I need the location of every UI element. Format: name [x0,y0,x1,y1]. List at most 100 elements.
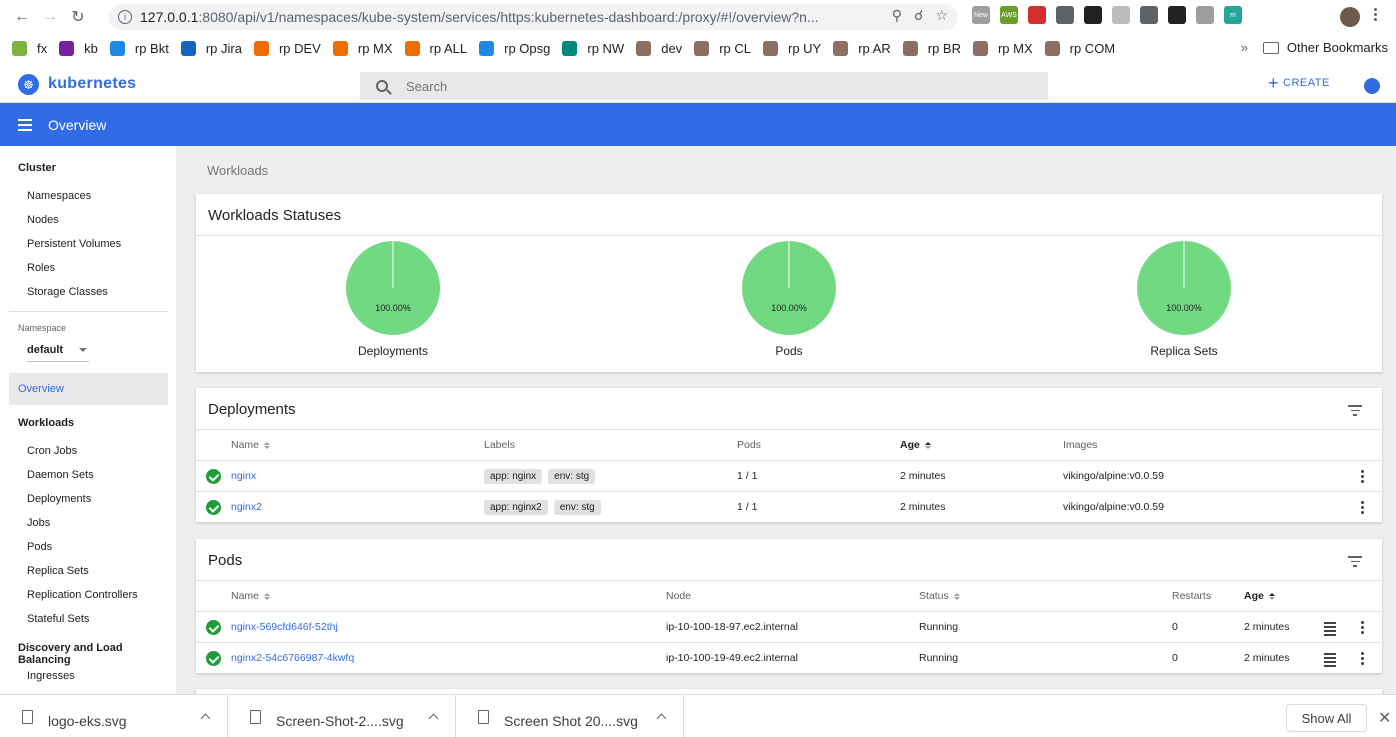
bookmark-item[interactable]: rp Jira [180,40,242,56]
download-item[interactable]: Screen-Shot-2....svg [228,695,456,737]
sidebar-item-deployments[interactable]: Deployments [27,493,91,505]
sidebar-item-roles[interactable]: Roles [27,262,55,274]
download-filename: Screen Shot 20....svg [504,713,638,729]
bookmark-item[interactable]: kb [59,40,98,56]
age-cell: 2 minutes [900,501,946,513]
bookmark-item[interactable]: rp Bkt [109,40,169,56]
label-chip: env: stg [548,469,596,484]
filter-icon[interactable] [1348,556,1362,570]
deployment-name-link[interactable]: nginx [231,470,256,482]
bookmark-item[interactable]: rp MX [332,40,393,56]
sidebar-item-jobs[interactable]: Jobs [27,517,50,529]
sidebar-item-daemon-sets[interactable]: Daemon Sets [27,469,94,481]
logs-icon[interactable] [1324,622,1336,638]
zoom-icon[interactable]: ☌ [914,7,923,24]
extension-icon[interactable]: m [1224,6,1242,24]
more-vert-icon[interactable] [1361,652,1364,667]
sidebar-heading-cluster[interactable]: Cluster [18,162,56,174]
pie-label[interactable]: Replica Sets [1084,344,1284,358]
reload-icon[interactable]: ↻ [64,3,92,31]
namespace-select[interactable]: default [27,344,89,362]
logs-icon[interactable] [1324,653,1336,669]
account-icon[interactable] [1364,78,1380,94]
sidebar-item-namespaces[interactable]: Namespaces [27,190,91,202]
key-icon[interactable]: ⚲ [892,7,902,24]
browser-menu-icon[interactable] [1374,8,1377,21]
bookmark-item[interactable]: dev [636,40,682,56]
chevron-up-icon[interactable] [200,713,211,724]
extension-icon[interactable]: AWS [1000,6,1018,24]
bookmark-item[interactable]: rp Opsg [479,40,550,56]
site-info-icon[interactable]: i [118,10,132,24]
column-header-age[interactable]: Age [900,439,931,451]
extension-icon[interactable] [1140,6,1158,24]
more-vert-icon[interactable] [1361,470,1364,485]
pod-name-link[interactable]: nginx2-54c6766987-4kwfq [231,652,354,664]
sidebar-item-stateful-sets[interactable]: Stateful Sets [27,613,89,625]
sidebar-item-replica-sets[interactable]: Replica Sets [27,565,89,577]
bookmark-item[interactable]: rp DEV [253,40,321,56]
pie-label[interactable]: Pods [689,344,889,358]
sort-icon [264,441,271,449]
bookmark-label: rp AR [858,40,891,56]
sidebar-item-overview[interactable]: Overview [9,373,168,405]
extension-icon[interactable] [1112,6,1130,24]
sidebar-item-ingresses[interactable]: Ingresses [27,670,75,682]
sidebar-item-persistent-volumes[interactable]: Persistent Volumes [27,238,121,250]
chevron-up-icon[interactable] [656,713,667,724]
sidebar-item-nodes[interactable]: Nodes [27,214,59,226]
pod-name-link[interactable]: nginx-569cfd646f-52thj [231,621,338,633]
brand-name[interactable]: kubernetes [48,75,136,93]
column-header-status[interactable]: Status [919,590,960,602]
bookmark-item[interactable]: rp COM [1044,40,1115,56]
bookmark-item[interactable]: fx [12,40,47,56]
sidebar-item-cron-jobs[interactable]: Cron Jobs [27,445,77,457]
sidebar-item-storage-classes[interactable]: Storage Classes [27,286,108,298]
sidebar-heading-workloads[interactable]: Workloads [18,417,74,429]
extension-icon[interactable] [1084,6,1102,24]
download-item[interactable]: Screen Shot 20....svg [456,695,684,737]
bookmarks-more[interactable]: » [1241,40,1248,55]
labels-cell: app: nginx2 env: stg [484,500,607,515]
extension-icon[interactable] [1028,6,1046,24]
bookmark-item[interactable]: rp UY [762,40,821,56]
filter-icon[interactable] [1348,405,1362,419]
bookmark-item[interactable]: rp MX [972,40,1033,56]
bookmark-item[interactable]: rp BR [902,40,961,56]
create-button[interactable]: + CREATE [1268,74,1330,92]
avatar[interactable] [1340,7,1360,27]
extension-icon[interactable] [1056,6,1074,24]
bookmark-item[interactable]: rp CL [694,40,751,56]
forward-icon[interactable]: → [36,3,64,31]
column-header-age[interactable]: Age [1244,590,1275,602]
download-item[interactable]: logo-eks.svg [0,695,228,737]
sidebar-heading-discovery[interactable]: Discovery and Load Balancing [18,642,176,666]
star-icon[interactable]: ☆ [935,7,948,24]
sidebar-item-pods[interactable]: Pods [27,541,52,553]
extension-icon[interactable] [1168,6,1186,24]
search-input[interactable]: Search [360,72,1048,100]
column-header-name[interactable]: Name [231,439,271,451]
close-icon[interactable]: ✕ [1378,708,1391,728]
pie-label[interactable]: Deployments [293,344,493,358]
card-title: Workloads Statuses [208,207,342,224]
extension-icon[interactable]: New [972,6,990,24]
bookmark-item[interactable]: rp ALL [404,40,467,56]
table-row: nginx2 app: nginx2 env: stg 1 / 1 2 minutes v… [196,491,1382,522]
more-vert-icon[interactable] [1361,501,1364,516]
deployment-name-link[interactable]: nginx2 [231,501,262,513]
extension-icon[interactable] [1196,6,1214,24]
download-filename: Screen-Shot-2....svg [276,713,404,729]
menu-icon[interactable] [18,118,32,131]
bookmark-item[interactable]: rp NW [562,40,624,56]
more-vert-icon[interactable] [1361,621,1364,636]
back-icon[interactable]: ← [8,3,36,31]
show-all-button[interactable]: Show All [1286,704,1367,732]
other-bookmarks[interactable]: Other Bookmarks [1262,40,1388,55]
bookmark-item[interactable]: rp AR [833,40,891,56]
chevron-up-icon[interactable] [428,713,439,724]
sidebar-item-replication-controllers[interactable]: Replication Controllers [27,589,138,601]
kubernetes-logo-icon[interactable]: ☸ [18,74,39,95]
address-bar[interactable]: i 127.0.0.1:8080/api/v1/namespaces/kube-… [108,4,958,30]
column-header-name[interactable]: Name [231,590,271,602]
